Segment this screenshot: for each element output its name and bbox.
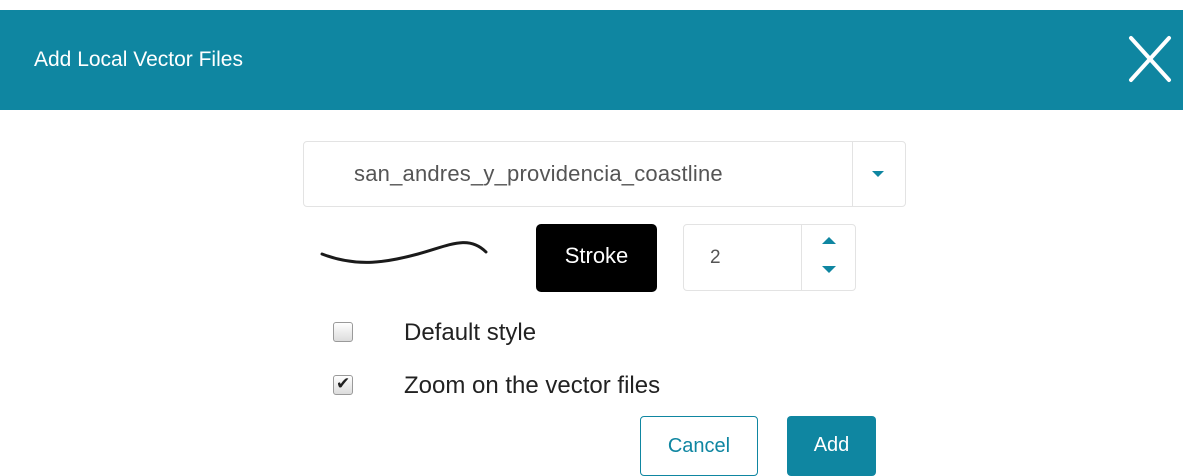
- stroke-width-value[interactable]: 2: [710, 225, 721, 290]
- add-button[interactable]: Add: [787, 416, 876, 476]
- dialog-header: Add Local Vector Files: [0, 10, 1183, 110]
- stroke-width-stepper[interactable]: 2: [683, 224, 856, 291]
- increment-button[interactable]: [802, 225, 855, 257]
- dropdown-toggle[interactable]: [852, 142, 905, 206]
- stepper-buttons: [801, 225, 855, 290]
- stroke-preview: [320, 241, 488, 264]
- checkmark-icon: ✔: [336, 374, 351, 393]
- vector-file-select[interactable]: san_andres_y_providencia_coastline: [303, 141, 906, 207]
- default-style-checkbox[interactable]: [333, 322, 353, 342]
- stroke-color-button[interactable]: Stroke: [536, 224, 657, 292]
- default-style-label: Default style: [404, 319, 537, 346]
- chevron-down-icon: [872, 171, 884, 177]
- cancel-button[interactable]: Cancel: [640, 416, 758, 476]
- close-button[interactable]: [1125, 32, 1175, 86]
- selected-file-name: san_andres_y_providencia_coastline: [354, 161, 723, 186]
- arrow-down-icon: [822, 266, 836, 273]
- zoom-vectors-checkbox[interactable]: ✔: [333, 374, 353, 395]
- close-icon: [1129, 36, 1171, 82]
- arrow-up-icon: [822, 237, 836, 244]
- dialog-title: Add Local Vector Files: [34, 48, 243, 71]
- zoom-vectors-label: Zoom on the vector files: [404, 372, 661, 399]
- decrement-button[interactable]: [802, 258, 855, 290]
